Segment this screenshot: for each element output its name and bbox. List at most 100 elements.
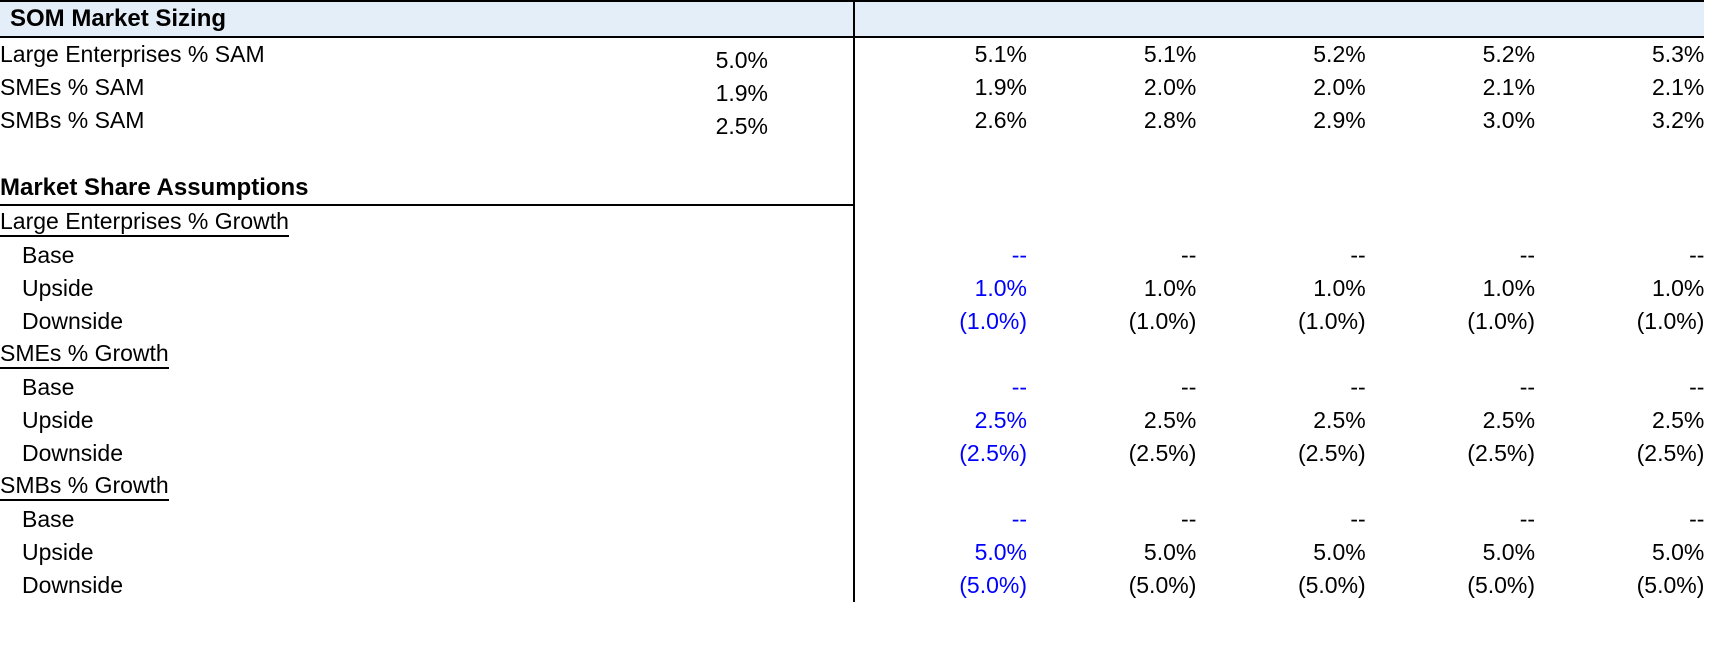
cell-value[interactable]: 2.8% xyxy=(1027,104,1196,137)
spacer-cell xyxy=(1535,338,1704,371)
group-heading: SMBs % Growth xyxy=(0,470,854,503)
cell-value[interactable]: -- xyxy=(1535,239,1704,272)
cell-value[interactable]: (5.0%) xyxy=(858,569,1027,602)
cell-value[interactable]: (1.0%) xyxy=(1196,305,1366,338)
row-label: Base xyxy=(0,371,854,404)
row-edge-pad xyxy=(1704,171,1711,205)
table-row: Base -- -- -- -- -- xyxy=(0,371,1711,404)
cell-value[interactable]: -- xyxy=(858,503,1027,536)
spreadsheet-worksheet: SOM Market Sizing Large Enterprises % SA… xyxy=(0,0,1711,672)
cell-value[interactable]: 2.5% xyxy=(1535,404,1704,437)
row-label-text: Upside xyxy=(22,275,94,301)
som-section-title: SOM Market Sizing xyxy=(0,0,855,38)
cell-value[interactable]: 2.9% xyxy=(1196,104,1365,137)
row-edge-pad xyxy=(1704,371,1711,404)
spacer-cell xyxy=(1196,171,1365,205)
cell-value[interactable]: 1.9% xyxy=(858,71,1027,104)
cell-value[interactable]: 2.5% xyxy=(858,404,1027,437)
cell-value[interactable]: 2.0% xyxy=(1027,71,1196,104)
spacer-cell xyxy=(1027,338,1196,371)
cell-value[interactable]: 1.0% xyxy=(858,272,1027,305)
cell-value[interactable]: 5.0% xyxy=(1196,536,1365,569)
cell-value[interactable]: -- xyxy=(1027,503,1196,536)
cell-value[interactable]: 1.0% xyxy=(1027,272,1196,305)
cell-value[interactable]: -- xyxy=(1196,371,1365,404)
row-label: Downside xyxy=(0,437,854,470)
cell-value[interactable]: -- xyxy=(1027,239,1196,272)
cell-value[interactable]: -- xyxy=(1535,371,1704,404)
table-row: Downside (2.5%) (2.5%) (2.5%) (2.5%) (2.… xyxy=(0,437,1711,470)
cell-value[interactable]: (5.0%) xyxy=(1366,569,1535,602)
row-label: Downside xyxy=(0,305,854,338)
spacer-cell xyxy=(1535,205,1704,239)
cell-value[interactable]: (2.5%) xyxy=(1027,437,1197,470)
cell-value[interactable]: 5.3% xyxy=(1535,37,1704,71)
cell-value[interactable]: 2.5% xyxy=(1196,404,1365,437)
cell-value[interactable]: 2.1% xyxy=(1366,71,1535,104)
cell-value[interactable]: -- xyxy=(1196,503,1365,536)
cell-value[interactable]: (5.0%) xyxy=(1027,569,1197,602)
cell-value[interactable]: 5.1% xyxy=(858,37,1027,71)
cell-value[interactable]: 3.0% xyxy=(1366,104,1535,137)
table-row: Downside (1.0%) (1.0%) (1.0%) (1.0%) (1.… xyxy=(0,305,1711,338)
cell-value[interactable]: (2.5%) xyxy=(858,437,1027,470)
cell-value[interactable]: 1.0% xyxy=(1196,272,1365,305)
row-label-text: Upside xyxy=(22,407,94,433)
cell-value[interactable]: (1.0%) xyxy=(1366,305,1535,338)
cell-value[interactable]: 2.0% xyxy=(1196,71,1365,104)
cell-value[interactable]: 2.1% xyxy=(1535,71,1704,104)
cell-value[interactable]: (2.5%) xyxy=(1535,437,1705,470)
cell-value[interactable]: 1.0% xyxy=(1366,272,1535,305)
cell-value[interactable]: 5.0% xyxy=(858,536,1027,569)
cell-value[interactable]: 5.0% xyxy=(1366,536,1535,569)
row-label: Upside xyxy=(0,272,854,305)
cell-value[interactable]: -- xyxy=(858,371,1027,404)
row-edge-pad xyxy=(1704,71,1711,104)
spacer-cell xyxy=(0,137,854,171)
cell-value[interactable]: 5.1% xyxy=(1027,37,1196,71)
cell-value[interactable]: -- xyxy=(1366,503,1535,536)
cell-value[interactable]: -- xyxy=(1366,371,1535,404)
cell-value[interactable]: -- xyxy=(1535,503,1704,536)
group-heading-text: SMEs % Growth xyxy=(0,341,169,369)
row-edge-pad xyxy=(1704,137,1711,171)
row-edge-pad xyxy=(1704,205,1711,239)
row-edge-pad xyxy=(1704,536,1711,569)
cell-value[interactable]: 3.2% xyxy=(1535,104,1704,137)
spacer-cell xyxy=(1196,137,1365,171)
group-heading: SMEs % Growth xyxy=(0,338,854,371)
cell-value[interactable]: 2.5% xyxy=(1027,404,1196,437)
cell-value[interactable]: (5.0%) xyxy=(1196,569,1366,602)
cell-value[interactable]: 1.0% xyxy=(1535,272,1704,305)
table-row: Upside 1.0% 1.0% 1.0% 1.0% 1.0% xyxy=(0,272,1711,305)
row-label: SMBs % SAM xyxy=(0,107,145,133)
cell-value[interactable]: (1.0%) xyxy=(858,305,1027,338)
cell-value[interactable]: (2.5%) xyxy=(1366,437,1535,470)
cell-value[interactable]: -- xyxy=(1196,239,1365,272)
row-label-text: Upside xyxy=(22,539,94,565)
cell-value[interactable]: (5.0%) xyxy=(1535,569,1705,602)
cell-value[interactable]: 5.0% xyxy=(1535,536,1704,569)
cell-value[interactable]: 2.5% xyxy=(1366,404,1535,437)
table-row: Downside (5.0%) (5.0%) (5.0%) (5.0%) (5.… xyxy=(0,569,1711,602)
cell-value[interactable]: 5.2% xyxy=(1196,37,1365,71)
cell-value[interactable]: (2.5%) xyxy=(1196,437,1366,470)
row-label: Upside xyxy=(0,404,854,437)
cell-value[interactable]: -- xyxy=(1366,239,1535,272)
group-heading-row: Large Enterprises % Growth xyxy=(0,205,1711,239)
row-label: SMEs % SAM xyxy=(0,74,145,100)
row-label-text: Base xyxy=(22,506,75,532)
cell-value[interactable]: -- xyxy=(1027,371,1196,404)
table-row: Upside 5.0% 5.0% 5.0% 5.0% 5.0% xyxy=(0,536,1711,569)
cell-value[interactable]: 5.2% xyxy=(1366,37,1535,71)
cell-value[interactable]: (1.0%) xyxy=(1535,305,1705,338)
spacer-cell xyxy=(1196,205,1365,239)
cell-value[interactable]: 5.0% xyxy=(1027,536,1196,569)
spacer-cell xyxy=(1535,171,1704,205)
cell-value[interactable]: (1.0%) xyxy=(1027,305,1197,338)
group-heading-row: SMEs % Growth xyxy=(0,338,1711,371)
spacer-row xyxy=(0,137,1711,171)
row-label: Large Enterprises % SAM xyxy=(0,41,265,67)
cell-value[interactable]: 2.6% xyxy=(858,104,1027,137)
cell-value[interactable]: -- xyxy=(858,239,1027,272)
